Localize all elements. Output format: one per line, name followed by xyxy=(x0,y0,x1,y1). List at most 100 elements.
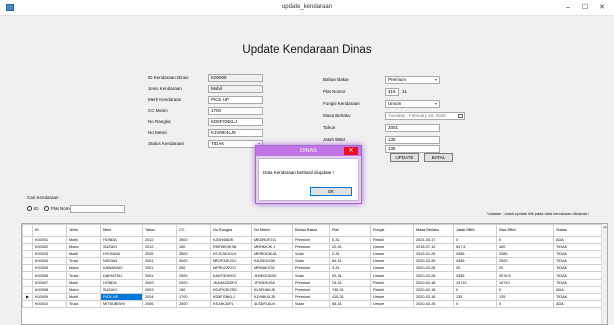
search-input[interactable] xyxy=(70,205,125,213)
table-cell-jenis[interactable]: Mobil xyxy=(66,235,101,244)
table-cell-fungsi[interactable]: Umum xyxy=(370,292,414,302)
table-cell-id[interactable]: K00008 xyxy=(32,285,67,295)
table-cell-id[interactable]: K00010 xyxy=(32,300,67,309)
column-header-rangka[interactable]: No Rangka xyxy=(210,224,252,237)
table-cell-sisa[interactable]: 3285 xyxy=(496,249,554,259)
row-header[interactable] xyxy=(22,257,33,266)
row-header[interactable] xyxy=(22,285,33,295)
table-cell-bbm[interactable]: Solar xyxy=(292,300,330,309)
table-cell-jenis[interactable]: Motor xyxy=(66,242,101,251)
table-cell-merk[interactable]: NISSAN xyxy=(100,257,143,266)
table-cell-rangka[interactable]: MRJF3JKJGJ xyxy=(210,257,252,266)
table-row[interactable]: K00001 Mobil HONDA 2012 2500 KJDH4I6DK MEDRUF2… xyxy=(22,235,603,244)
table-cell-berlaku[interactable]: 2020-02-18 xyxy=(413,292,454,302)
table-cell-cc[interactable]: 150 xyxy=(176,242,211,251)
table-cell-bbm[interactable]: Solar xyxy=(292,271,330,280)
table-cell-plat[interactable]: 84-31 xyxy=(329,257,371,266)
table-cell-rangka[interactable]: KAKF3GKKG xyxy=(210,271,252,280)
table-cell-cc[interactable]: 2500 xyxy=(176,235,211,244)
table-cell-jatah[interactable]: 0 xyxy=(453,300,497,309)
table-cell-fungsi[interactable]: Umum xyxy=(370,271,414,280)
table-cell-cc[interactable]: 250 xyxy=(176,264,211,273)
table-cell-cc[interactable]: 2500 xyxy=(176,271,211,280)
table-cell-tahun[interactable]: 2001 xyxy=(142,264,177,273)
row-header[interactable] xyxy=(22,271,33,280)
table-cell-sisa[interactable]: 0 xyxy=(496,300,554,309)
batal-button[interactable]: BATAL xyxy=(424,153,453,162)
table-cell-sisa[interactable]: 135 xyxy=(496,292,554,302)
table-cell-id[interactable]: K00001 xyxy=(32,235,67,244)
table-cell-plat[interactable]: 2-31 xyxy=(329,249,371,259)
table-cell-jatah[interactable]: 3285 xyxy=(453,249,497,259)
table-cell-tahun[interactable]: 2004 xyxy=(142,292,177,302)
table-vertical-scrollbar[interactable] xyxy=(601,224,607,324)
column-header-mesin[interactable]: No Mesin xyxy=(251,224,293,237)
row-header[interactable] xyxy=(22,242,33,251)
table-cell-status[interactable]: TIDAK xyxy=(553,242,603,251)
jenis-kendaraan-field[interactable]: Mobil xyxy=(208,85,263,93)
column-header-jatah[interactable]: Jatah BBM xyxy=(453,224,497,237)
table-cell-berlaku[interactable]: 2019-01-29 xyxy=(413,249,454,259)
table-cell-merk[interactable]: MITSUBISHI xyxy=(100,300,143,309)
id-kendaraan-field[interactable]: K00009 xyxy=(208,74,263,82)
table-cell-berlaku[interactable]: 2018-07-12 xyxy=(413,242,454,251)
table-cell-sisa[interactable]: 400 xyxy=(496,242,554,251)
table-cell-bbm[interactable]: Premium xyxy=(292,235,330,244)
table-cell-mesin[interactable]: KJVMK4LJ5 xyxy=(251,292,293,302)
column-header-id[interactable]: ID xyxy=(32,224,67,237)
table-cell-berlaku[interactable]: 2020-02-18 xyxy=(413,278,454,287)
table-cell-mesin[interactable]: JH3KGUKDK xyxy=(251,271,293,280)
table-cell-cc[interactable]: 2000 xyxy=(176,278,211,287)
fungsi-kendaraan-select[interactable]: Umum xyxy=(385,100,440,108)
radio-plat-nomor[interactable] xyxy=(44,206,49,211)
table-cell-tahun[interactable]: 2003 xyxy=(142,285,177,295)
calendar-icon[interactable] xyxy=(458,113,463,118)
row-header[interactable] xyxy=(22,264,33,273)
update-button[interactable]: UPDATE xyxy=(390,153,419,162)
table-cell-plat[interactable]: 22-31 xyxy=(329,242,371,251)
table-row[interactable]: K00007 Mobil HONDA 2009 2000 JKA3A2DSFG JF3SDK… xyxy=(22,278,603,287)
table-cell-cc[interactable]: 5000 xyxy=(176,257,211,266)
table-row[interactable]: K00006 Truck DAIHATSU 2001 2500 KAKF3GKKG JH3K… xyxy=(22,271,603,280)
table-cell-id[interactable]: K00004 xyxy=(32,257,67,266)
column-header-sisa[interactable]: Sisa BBM xyxy=(496,224,554,237)
table-cell-jatah[interactable]: 10710 xyxy=(453,278,497,287)
table-cell-fungsi[interactable]: Umum xyxy=(370,300,414,309)
table-cell-plat[interactable]: 92-31 xyxy=(329,271,371,280)
table-cell-berlaku[interactable]: 2020-02-18 xyxy=(413,285,454,295)
table-row[interactable]: K00004 Truck NISSAN 2001 5000 MRJF3JKJGJ KAJ3K… xyxy=(22,257,603,266)
table-cell-mesin[interactable]: MERKK3KJA xyxy=(251,249,293,259)
table-cell-rangka[interactable]: RNFWK3K3N xyxy=(210,242,252,251)
table-cell-rangka[interactable]: KFJC3KJGLK xyxy=(210,249,252,259)
table-cell-sisa[interactable]: 20 xyxy=(496,264,554,273)
row-header[interactable]: ▶ xyxy=(22,292,33,302)
table-cell-id[interactable]: K00005 xyxy=(32,264,67,273)
table-cell-merk[interactable]: PICK UP xyxy=(100,292,143,302)
table-cell-plat[interactable]: 415-31 xyxy=(329,292,371,302)
scroll-up-icon[interactable] xyxy=(603,226,607,228)
table-cell-tahun[interactable]: 2001 xyxy=(142,257,177,266)
table-cell-mesin[interactable]: MRNAKG31 xyxy=(251,264,293,273)
table-cell-plat[interactable]: 58-31 xyxy=(329,300,371,309)
table-cell-tahun[interactable]: 2012 xyxy=(142,235,177,244)
table-cell-fungsi[interactable]: Patroli xyxy=(370,235,414,244)
table-cell-jatah[interactable]: 3285 xyxy=(453,257,497,266)
cc-mesin-field[interactable]: 1700 xyxy=(208,107,263,115)
plat-nomor-field[interactable]: 415 xyxy=(385,88,399,96)
column-header-berlaku[interactable]: Masa Berlaku xyxy=(413,224,454,237)
table-cell-status[interactable]: TIDAK xyxy=(553,292,603,302)
kendaraan-table[interactable]: ID Jenis Merk Tahun CC No Rangka No Mesin Bahan… xyxy=(21,223,608,325)
table-cell-status[interactable]: TIDAK xyxy=(553,257,603,266)
table-cell-id[interactable]: K00002 xyxy=(32,242,67,251)
table-cell-status[interactable]: ADA xyxy=(553,300,603,309)
table-cell-berlaku[interactable]: 2020-02-26 xyxy=(413,264,454,273)
table-cell-fungsi[interactable]: Patroli xyxy=(370,278,414,287)
table-cell-tahun[interactable]: 2012 xyxy=(142,242,177,251)
table-cell-jatah[interactable]: 547.5 xyxy=(453,242,497,251)
table-cell-tahun[interactable]: 2006 xyxy=(142,300,177,309)
table-cell-merk[interactable]: HONDA xyxy=(100,235,143,244)
table-cell-status[interactable]: TIDAK xyxy=(553,249,603,259)
table-cell-id[interactable]: K00003 xyxy=(32,249,67,259)
table-cell-bbm[interactable]: Solar xyxy=(292,257,330,266)
table-cell-bbm[interactable]: Premium xyxy=(292,292,330,302)
